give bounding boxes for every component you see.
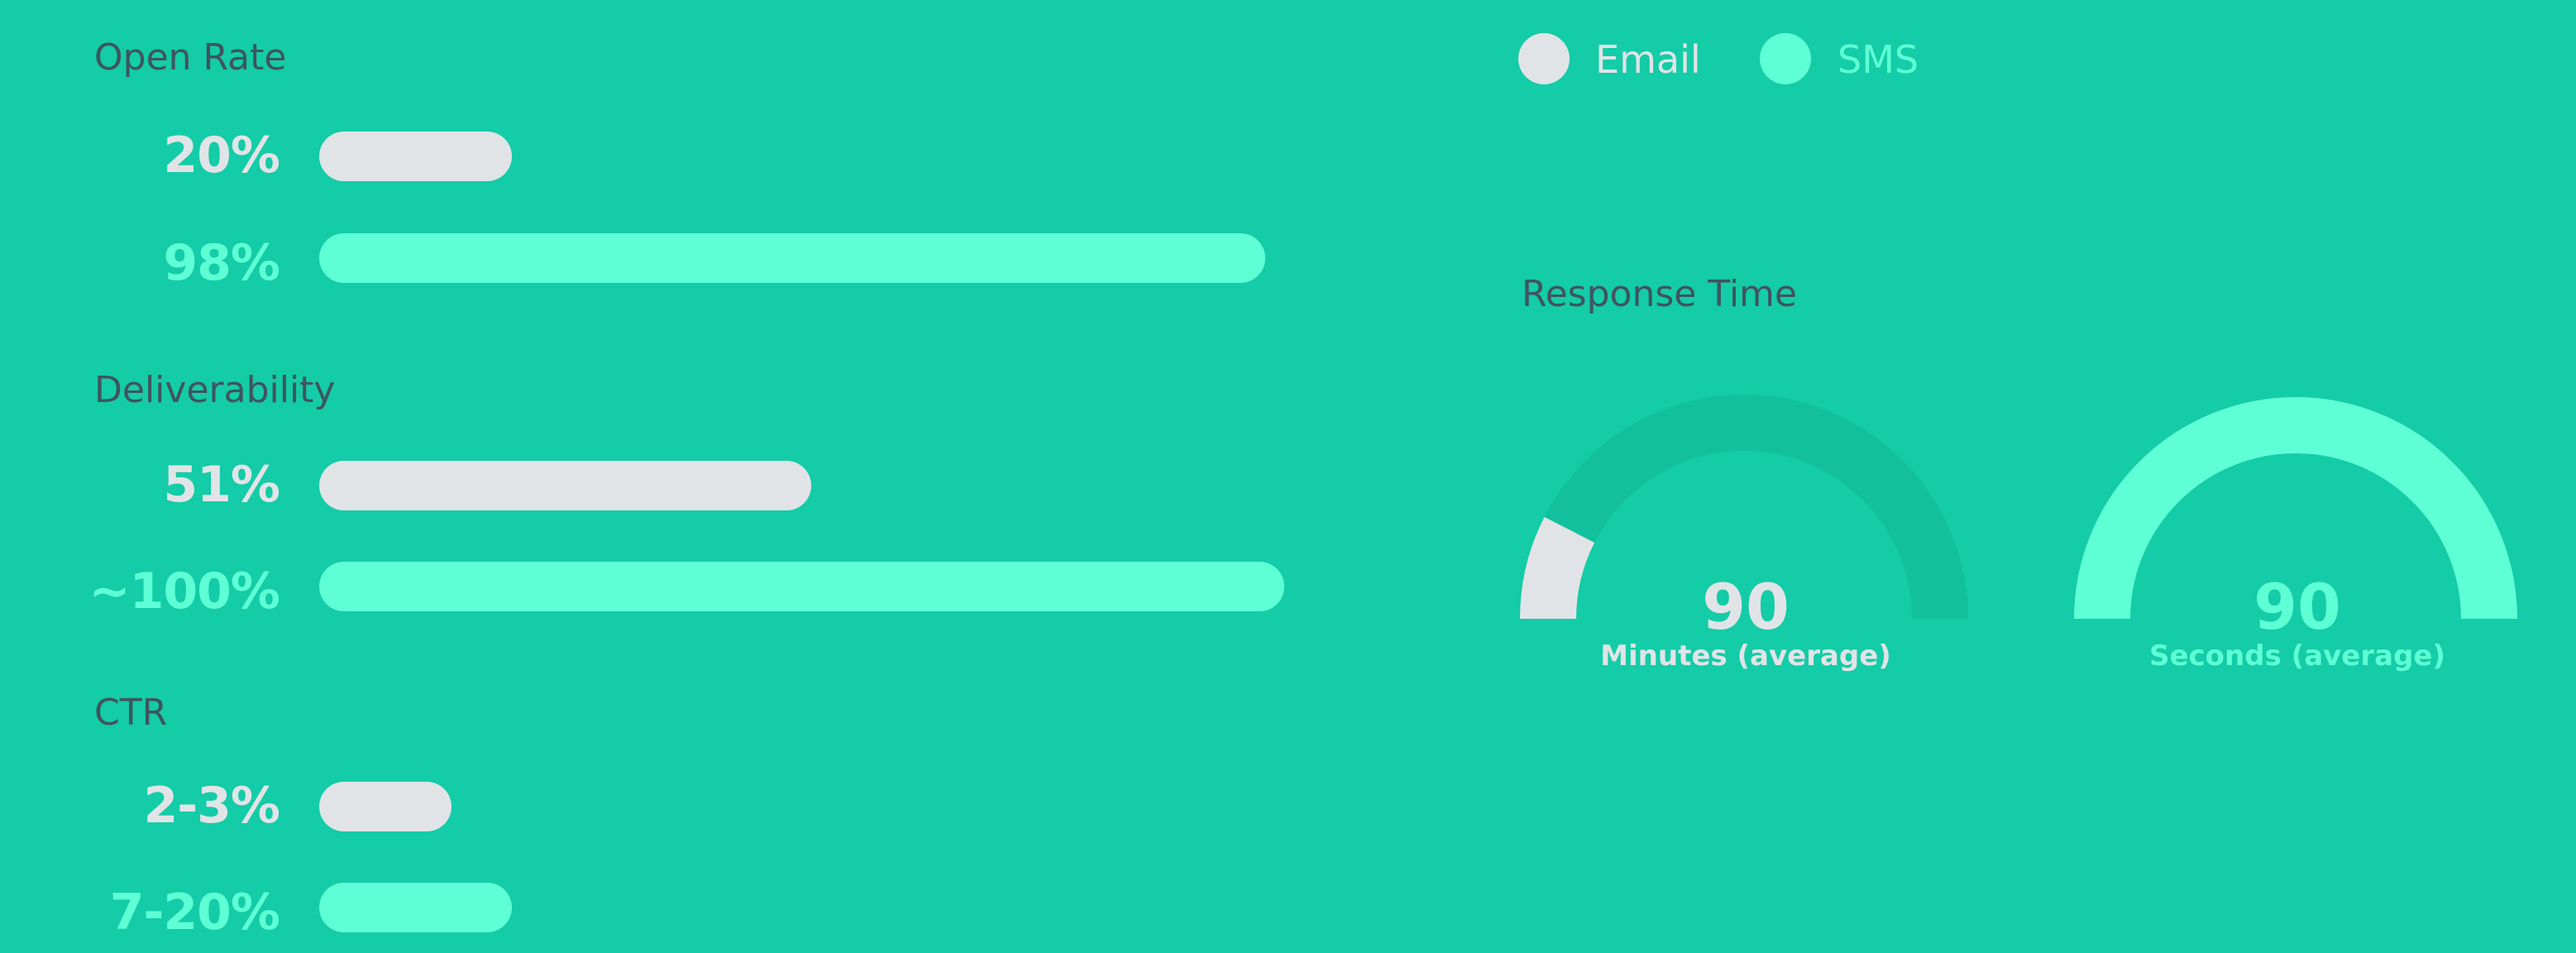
sms-gauge-caption: Seconds (average) [2148,639,2446,673]
email-gauge-value: 90 [1702,570,1790,644]
email-gauge-caption: Minutes (average) [1600,639,1891,673]
sms-gauge-value: 90 [2253,570,2341,644]
response-time-gauges [1519,395,2517,620]
